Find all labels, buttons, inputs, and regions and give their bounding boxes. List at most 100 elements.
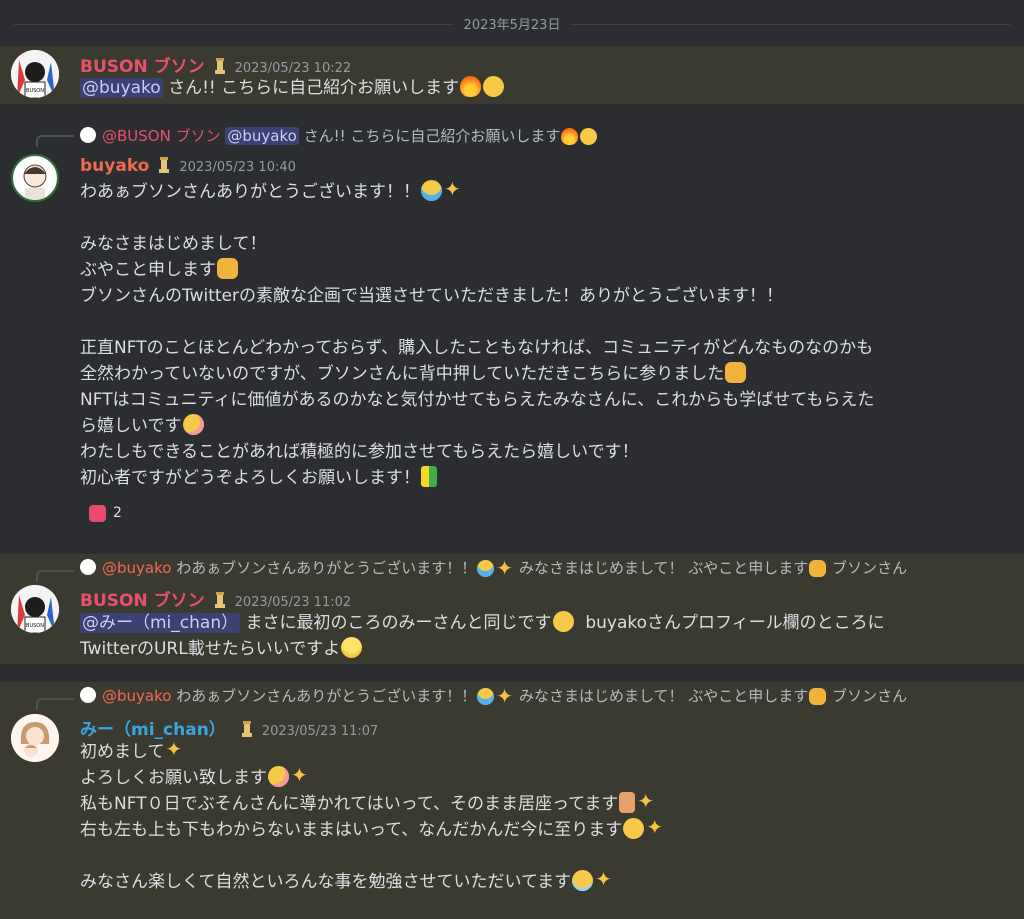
reply-spine (36, 135, 74, 147)
sparkles-emoji-icon (496, 685, 513, 706)
laughing-emoji-icon (552, 611, 574, 632)
timestamp: 2023/05/23 10:40 (179, 160, 296, 175)
avatar[interactable] (11, 154, 59, 202)
fire-emoji-icon (561, 128, 579, 145)
author-name[interactable]: みー（mi_chan） (80, 720, 226, 740)
message-line: 初めまして (80, 742, 165, 762)
raised-hands-emoji-icon (725, 362, 747, 383)
sparkling-heart-emoji-icon (89, 504, 106, 522)
reply-preview[interactable]: @buyako わあぁブソンさんありがとうございます！！ みなさまはじめまして！… (80, 557, 980, 578)
message-line: みなさん楽しくて自然といろんな事を勉強させていただいてます (80, 872, 572, 892)
author-name[interactable]: buyako (80, 156, 149, 176)
reply-avatar (80, 127, 96, 143)
reply-spine (36, 698, 74, 710)
user-mention[interactable]: @buyako (80, 78, 163, 98)
author-name[interactable]: BUSON ブソン (80, 57, 205, 77)
sparkles-emoji-icon (595, 866, 616, 892)
avatar[interactable]: BUSON (11, 585, 59, 633)
reply-text: わあぁブソンさんありがとうございます！！ (171, 559, 477, 577)
blushing-emoji-icon (268, 766, 289, 787)
crying-emoji-icon (477, 688, 495, 705)
chess-piece-icon (214, 58, 225, 74)
svg-text:BUSON: BUSON (26, 88, 44, 94)
reply-text: ブソンさん (827, 687, 908, 705)
message-line: みなさまはじめまして！ (80, 234, 267, 254)
reply-text: わあぁブソンさんありがとうございます！！ (171, 687, 477, 705)
message-text: まさに最初のころのみーさんと同じです (240, 613, 552, 633)
sparkles-emoji-icon (166, 736, 187, 762)
reply-text: さん!! こちらに自己紹介お願いします (298, 127, 561, 145)
message-line: 全然わかっていないのですが、ブソンさんに背中押していただきこちらに参りました (80, 364, 725, 384)
laughing-emoji-icon (483, 76, 505, 97)
reply-author[interactable]: @buyako (102, 687, 171, 705)
message-text: TwitterのURL載せたらいいですよ (80, 639, 341, 659)
chess-piece-icon (241, 721, 252, 737)
message-line: ぶやこと申します (80, 260, 216, 280)
sparkles-emoji-icon (496, 557, 513, 578)
message-line: ブソンさんのTwitterの素敵な企画で当選させていただきました！ありがとうござ… (80, 286, 783, 306)
username[interactable]: みー（mi_chan） 2023/05/23 11:07 (80, 715, 378, 740)
message-content: わあぁブソンさんありがとうございます！！ みなさまはじめまして！ ぶやこと申しますブ… (80, 176, 875, 491)
blushing-emoji-icon (182, 414, 204, 435)
fire-emoji-icon (460, 76, 482, 97)
author-name[interactable]: BUSON ブソン (80, 591, 205, 611)
sparkles-emoji-icon (637, 788, 658, 814)
message-line: 右も左も上も下もわからないままはいって、なんだかんだ今に至ります (80, 820, 623, 840)
raised-hands-emoji-icon (217, 258, 238, 279)
timestamp: 2023/05/23 10:22 (234, 61, 352, 76)
username[interactable]: BUSON ブソン 2023/05/23 11:02 (80, 586, 351, 611)
reply-preview[interactable]: @buyako わあぁブソンさんありがとうございます！！ みなさまはじめまして！… (80, 685, 980, 706)
message-content: @みー（mi_chan） まさに最初のころのみーさんと同じです buyakoさん… (80, 610, 885, 662)
timestamp: 2023/05/23 11:07 (261, 724, 379, 739)
sparkles-emoji-icon (646, 814, 667, 840)
raised-hands-emoji-icon (809, 688, 827, 705)
username[interactable]: buyako 2023/05/23 10:40 (80, 156, 296, 176)
svg-text:BUSON: BUSON (26, 623, 44, 629)
avatar[interactable]: BUSON (11, 50, 59, 98)
reply-spine (36, 570, 74, 582)
chess-piece-icon (159, 157, 170, 173)
crying-emoji-icon (421, 180, 442, 201)
user-mention[interactable]: @みー（mi_chan） (80, 613, 241, 633)
raised-hands-emoji-icon (809, 560, 827, 577)
message-buson-1[interactable]: BUSON BUSON ブソン 2023/05/23 10:22 @buyako … (0, 46, 1024, 104)
timestamp: 2023/05/23 11:02 (234, 595, 352, 610)
date-label: 2023年5月23日 (453, 14, 571, 33)
message-text: さん!! こちらに自己紹介お願いします (162, 78, 460, 98)
message-line: 初心者ですがどうぞよろしくお願いします！ (80, 468, 420, 488)
reaction-count: 2 (113, 505, 122, 521)
message-line: ら嬉しいです (80, 416, 182, 436)
laughing-emoji-icon (623, 818, 645, 839)
reply-preview[interactable]: @BUSON ブソン @buyako さん!! こちらに自己紹介お願いします (80, 125, 598, 146)
message-text: buyakoさんプロフィール欄のところに (574, 613, 885, 633)
message-content: @buyako さん!! こちらに自己紹介お願いします (80, 75, 505, 101)
reply-mention: @buyako (225, 127, 299, 145)
reply-text: みなさまはじめまして！ ぶやこと申します (514, 559, 809, 577)
message-michan[interactable]: @buyako わあぁブソンさんありがとうございます！！ みなさまはじめまして！… (0, 682, 1024, 919)
crying-emoji-icon (477, 560, 495, 577)
laughing-emoji-icon (580, 128, 598, 145)
chess-piece-icon (214, 592, 225, 608)
sparkles-emoji-icon (444, 176, 465, 202)
reply-text: みなさまはじめまして！ ぶやこと申します (514, 687, 809, 705)
reply-author[interactable]: @buyako (102, 559, 171, 577)
message-line: よろしくお願い致します (80, 768, 267, 788)
message-line: NFTはコミュニティに価値があるのかなと気付かせてもらえたみなさんに、これからも… (80, 390, 875, 410)
message-buson-2[interactable]: @buyako わあぁブソンさんありがとうございます！！ みなさまはじめまして！… (0, 554, 1024, 664)
reply-avatar (80, 687, 96, 703)
reply-text: ブソンさん (827, 559, 908, 577)
avatar[interactable] (11, 714, 59, 762)
reply-author[interactable]: @BUSON ブソン (102, 127, 221, 145)
light-bulb-emoji-icon (341, 637, 363, 658)
message-line: わあぁブソンさんありがとうございます！！ (80, 182, 420, 202)
message-line: 私もNFT０日でぶそんさんに導かれてはいって、そのまま居座ってます (80, 794, 619, 814)
reply-avatar (80, 559, 96, 575)
message-content: 初めましてよろしくお願い致します私もNFT０日でぶそんさんに導かれてはいって、そ… (80, 736, 668, 895)
username[interactable]: BUSON ブソン 2023/05/23 10:22 (80, 52, 351, 77)
person-sitting-emoji-icon (619, 792, 636, 813)
message-line: わたしもできることがあれば積極的に参加させてもらえたら嬉しいです！ (80, 442, 639, 462)
beginner-mark-emoji-icon (421, 466, 437, 487)
sparkles-emoji-icon (291, 762, 312, 788)
message-buyako[interactable]: @BUSON ブソン @buyako さん!! こちらに自己紹介お願いします b… (0, 118, 1024, 536)
reaction-button[interactable]: 2 (80, 499, 130, 527)
